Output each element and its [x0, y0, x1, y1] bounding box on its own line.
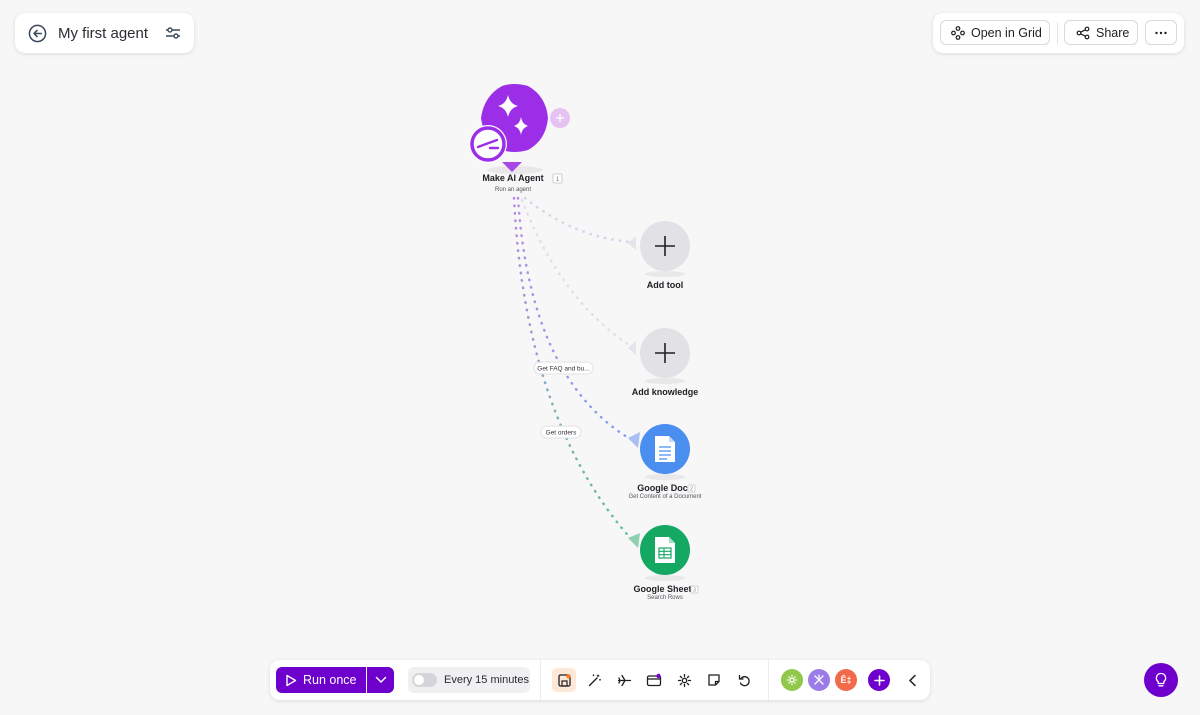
flow-control-app-icon[interactable] [808, 669, 830, 691]
undo-icon[interactable] [732, 668, 756, 692]
airplane-icon[interactable] [612, 668, 636, 692]
scenario-canvas: Get FAQ and bu... Get orders Make AI Age… [469, 84, 702, 601]
toggle-switch[interactable] [412, 673, 437, 687]
sheets-badge: 3 [690, 585, 699, 594]
note-icon[interactable] [702, 668, 726, 692]
link-add-knowledge [520, 198, 634, 349]
link-label-sheets[interactable]: Get orders [540, 425, 582, 439]
play-icon [286, 674, 297, 686]
svg-text:3: 3 [693, 588, 696, 594]
save-icon[interactable] [552, 668, 576, 692]
agent-subtitle: Run an agent [495, 187, 531, 193]
node-google-docs[interactable] [640, 424, 690, 480]
agent-title: Make AI Agent [482, 173, 543, 183]
agent-badge: 1 [552, 173, 563, 184]
link-label-docs[interactable]: Get FAQ and bu... [533, 361, 594, 375]
run-once-label: Run once [303, 673, 357, 687]
toolbar-divider [540, 660, 541, 700]
connector-handle [628, 341, 636, 355]
schedule-label: Every 15 minutes [444, 674, 529, 686]
connector-handle [628, 432, 640, 448]
link-add-tool [523, 196, 634, 244]
connector-handle [628, 533, 640, 548]
docs-title: Google Docs [637, 483, 693, 493]
help-button[interactable] [1144, 663, 1178, 697]
svg-text:Get FAQ and bu...: Get FAQ and bu... [537, 366, 590, 373]
tools-app-icon[interactable] [781, 669, 803, 691]
chevron-left-icon[interactable] [900, 668, 924, 692]
toolbar-divider [768, 660, 769, 700]
plus-circle-icon[interactable] [868, 669, 890, 691]
svg-text:2: 2 [690, 487, 693, 493]
run-once-button[interactable]: Run once [276, 667, 366, 693]
node-add-knowledge[interactable] [640, 328, 690, 384]
add-tool-label: Add tool [647, 280, 684, 290]
docs-subtitle: Get Content of a Document [628, 494, 701, 500]
docs-badge: 2 [687, 484, 696, 493]
add-knowledge-label: Add knowledge [632, 387, 699, 397]
schedule-toggle[interactable]: Every 15 minutes [408, 667, 530, 693]
google-docs-icon [655, 436, 675, 462]
chevron-down-icon [375, 676, 386, 684]
node-add-tool[interactable] [640, 221, 690, 277]
bottom-toolbar: Run once Every 15 minutes Ê‡ [270, 660, 930, 700]
lightbulb-icon [1155, 672, 1167, 687]
node-make-ai-agent[interactable] [469, 84, 570, 174]
sheets-subtitle: Search Rows [647, 595, 683, 601]
magic-wand-icon[interactable] [582, 668, 606, 692]
sheets-title: Google Sheets [633, 584, 696, 594]
connector-handle [628, 236, 636, 250]
svg-text:Get orders: Get orders [546, 430, 577, 437]
node-google-sheets[interactable] [640, 525, 690, 581]
run-options-dropdown[interactable] [367, 667, 394, 693]
link-google-docs [516, 196, 634, 442]
google-sheets-icon [655, 537, 675, 563]
devtool-icon[interactable] [642, 668, 666, 692]
text-parser-app-icon[interactable]: Ê‡ [835, 669, 857, 691]
gear-icon[interactable] [672, 668, 696, 692]
